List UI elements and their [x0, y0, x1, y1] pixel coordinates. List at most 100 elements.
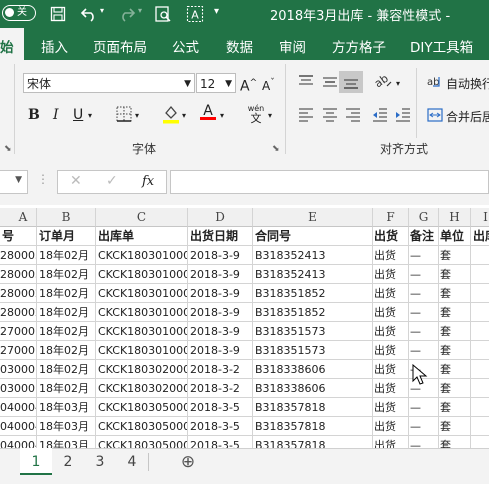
sheet-tab-4[interactable]: 4 — [116, 449, 148, 475]
col-header-f[interactable]: F — [373, 208, 409, 227]
orientation-icon[interactable]: ab — [373, 72, 393, 90]
fill-color-icon[interactable] — [162, 104, 180, 124]
cell-outbound[interactable] — [471, 398, 489, 417]
align-center-icon[interactable] — [322, 107, 338, 123]
cell-remark[interactable]: — — [409, 303, 439, 322]
cell-contract-no[interactable]: B318357818 — [253, 436, 373, 448]
col-header-b[interactable]: B — [37, 208, 96, 227]
clipboard-dialog-launcher-icon[interactable]: ⬊ — [4, 144, 12, 154]
cell-ship-date[interactable]: 2018-3-9 — [188, 246, 253, 265]
cell-ship[interactable]: 出货 — [373, 246, 409, 265]
tab-page-layout[interactable]: 页面布局 — [93, 36, 147, 56]
cell-outbound[interactable] — [471, 284, 489, 303]
cell-unit[interactable]: 套 — [439, 417, 471, 436]
cell-outbound-no[interactable]: CKCK1803010002 — [96, 303, 188, 322]
cell-order-month[interactable]: 18年02月 — [37, 284, 96, 303]
cell-order-month[interactable]: 18年02月 — [37, 379, 96, 398]
col-header-d[interactable]: D — [188, 208, 253, 227]
top-align-icon[interactable] — [298, 74, 314, 90]
header-cell-order-month[interactable]: 订单月 — [37, 227, 96, 246]
tab-diy-toolbox[interactable]: DIY工具箱 — [410, 36, 473, 56]
cell-unit[interactable]: 套 — [439, 284, 471, 303]
merge-center-label[interactable]: 合并后居 — [446, 108, 489, 125]
font-size-dropdown-icon[interactable]: ▼ — [225, 74, 232, 94]
cell-outbound[interactable] — [471, 379, 489, 398]
header-cell-contract-no[interactable]: 合同号 — [253, 227, 373, 246]
cell-remark[interactable]: — — [409, 417, 439, 436]
cell-ship-date[interactable]: 2018-3-9 — [188, 341, 253, 360]
col-header-a[interactable]: A — [0, 208, 37, 227]
autosave-toggle[interactable]: 关 — [2, 5, 36, 21]
cell-remark[interactable]: — — [409, 265, 439, 284]
col-header-h[interactable]: H — [439, 208, 471, 227]
cell-ship[interactable]: 出货 — [373, 379, 409, 398]
cell-contract-no[interactable]: B318357818 — [253, 417, 373, 436]
cell-outbound[interactable] — [471, 436, 489, 448]
borders-dropdown-icon[interactable]: ▾ — [135, 106, 139, 126]
cell-outbound[interactable] — [471, 322, 489, 341]
cell-order-month[interactable]: 18年02月 — [37, 303, 96, 322]
cell-contract-no[interactable]: B318351573 — [253, 322, 373, 341]
cell-outbound[interactable] — [471, 303, 489, 322]
formula-bar-grip-icon[interactable]: ⋮ — [37, 172, 49, 186]
print-preview-icon[interactable] — [154, 5, 172, 23]
cell-remark[interactable]: — — [409, 341, 439, 360]
cell-unit[interactable]: 套 — [439, 322, 471, 341]
col-header-i[interactable]: I — [471, 208, 489, 227]
tab-formulas[interactable]: 公式 — [172, 36, 199, 56]
cell-ship-date[interactable]: 2018-3-2 — [188, 379, 253, 398]
cell-ship-date[interactable]: 2018-3-5 — [188, 417, 253, 436]
font-name-dropdown-icon[interactable]: ▼ — [184, 74, 191, 94]
underline-button[interactable]: U — [73, 105, 83, 125]
cell-contract-no[interactable]: B318357818 — [253, 398, 373, 417]
cell-outbound[interactable] — [471, 360, 489, 379]
cell-unit[interactable]: 套 — [439, 303, 471, 322]
col-header-e[interactable]: E — [253, 208, 373, 227]
cell-unit[interactable]: 套 — [439, 341, 471, 360]
font-color-icon[interactable]: A — [200, 103, 216, 120]
header-cell-unit[interactable]: 单位 — [439, 227, 471, 246]
cell-outbound-no[interactable]: CKCK1803010003 — [96, 322, 188, 341]
decrease-font-size-icon[interactable]: Aˇ — [262, 73, 275, 96]
cell-order-no[interactable]: 280002 — [0, 303, 37, 322]
undo-dropdown-icon[interactable]: ▾ — [100, 6, 104, 15]
increase-indent-icon[interactable] — [395, 107, 411, 123]
cell-outbound-no[interactable]: CKCK1803010002 — [96, 284, 188, 303]
cell-order-no[interactable]: 040004 — [0, 417, 37, 436]
increase-font-size-icon[interactable]: A^ — [240, 73, 257, 97]
redo-dropdown-icon[interactable]: ▾ — [138, 6, 142, 15]
cell-order-no[interactable]: 280002 — [0, 284, 37, 303]
cell-contract-no[interactable]: B318338606 — [253, 360, 373, 379]
header-cell-ship[interactable]: 出货 — [373, 227, 409, 246]
underline-dropdown-icon[interactable]: ▾ — [88, 106, 92, 126]
cell-outbound[interactable] — [471, 265, 489, 284]
cell-contract-no[interactable]: B318351573 — [253, 341, 373, 360]
cell-ship[interactable]: 出货 — [373, 284, 409, 303]
tab-data[interactable]: 数据 — [226, 36, 253, 56]
header-cell-outbound[interactable]: 出库 — [471, 227, 489, 246]
cell-unit[interactable]: 套 — [439, 379, 471, 398]
cell-order-no[interactable]: 270001 — [0, 341, 37, 360]
cell-order-no[interactable]: 040004 — [0, 436, 37, 448]
cell-remark[interactable]: — — [409, 322, 439, 341]
cell-order-month[interactable]: 18年02月 — [37, 265, 96, 284]
cell-ship[interactable]: 出货 — [373, 303, 409, 322]
bottom-align-icon[interactable] — [343, 74, 359, 90]
cell-order-month[interactable]: 18年03月 — [37, 417, 96, 436]
cell-contract-no[interactable]: B318352413 — [253, 265, 373, 284]
italic-button[interactable]: I — [53, 105, 59, 125]
cell-order-no[interactable]: 040004 — [0, 398, 37, 417]
cancel-icon[interactable]: ✕ — [70, 173, 82, 189]
cell-ship[interactable]: 出货 — [373, 398, 409, 417]
cell-ship[interactable]: 出货 — [373, 360, 409, 379]
text-box-icon[interactable]: A — [186, 5, 204, 23]
cell-outbound-no[interactable]: CKCK1803050003 — [96, 398, 188, 417]
cell-outbound[interactable] — [471, 341, 489, 360]
header-cell-ship-date[interactable]: 出货日期 — [188, 227, 253, 246]
formula-input[interactable] — [170, 170, 489, 194]
wrap-text-icon[interactable]: ab — [427, 74, 443, 90]
font-dialog-launcher-icon[interactable]: ⬊ — [272, 144, 280, 154]
add-sheet-icon[interactable]: ⊕ — [176, 449, 200, 475]
cell-unit[interactable]: 套 — [439, 360, 471, 379]
cell-order-month[interactable]: 18年02月 — [37, 360, 96, 379]
